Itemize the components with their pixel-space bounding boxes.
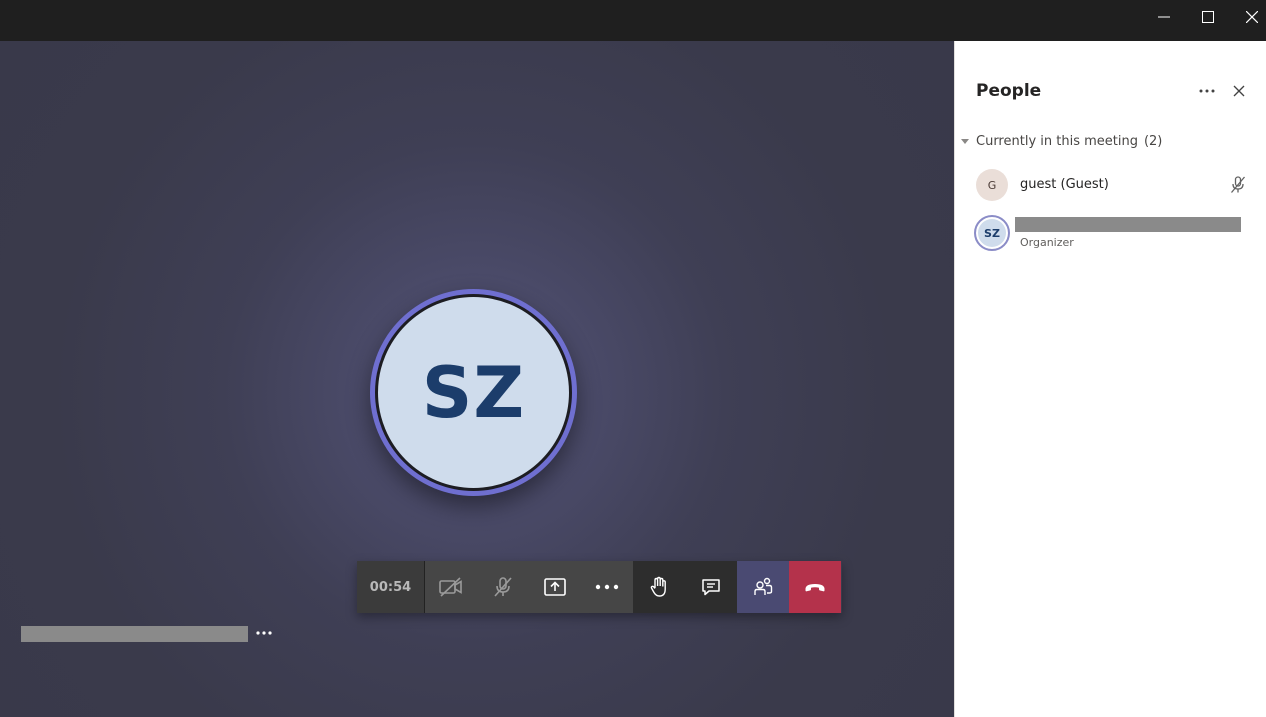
- participant-name-redacted: [21, 626, 248, 642]
- participant-row[interactable]: G guest (Guest): [955, 169, 1266, 209]
- share-screen-icon: [544, 578, 566, 596]
- more-actions-button[interactable]: [581, 561, 633, 613]
- participant-row[interactable]: SZ Organizer: [955, 215, 1266, 256]
- more-options-icon: [256, 631, 272, 635]
- close-window-button[interactable]: [1230, 0, 1266, 34]
- title-bar: [0, 0, 1266, 41]
- close-icon: [1246, 11, 1258, 23]
- minimize-icon: [1158, 16, 1170, 18]
- meeting-stage: SZ 00:54: [0, 41, 954, 717]
- people-icon: [754, 577, 773, 595]
- participant-name: guest (Guest): [1020, 177, 1109, 192]
- participant-mute-indicator: [1229, 175, 1247, 195]
- chat-button[interactable]: [685, 561, 737, 613]
- mic-off-icon: [1231, 176, 1245, 193]
- participant-role: Organizer: [1020, 236, 1074, 249]
- chat-icon: [702, 579, 720, 596]
- minimize-button[interactable]: [1142, 0, 1186, 34]
- raise-hand-button[interactable]: [633, 561, 685, 613]
- participant-more-button[interactable]: [254, 623, 274, 643]
- raise-hand-icon: [650, 576, 666, 597]
- avatar: SZ: [974, 215, 1010, 251]
- avatar: G: [976, 169, 1008, 201]
- call-control-bar: 00:54: [357, 561, 842, 613]
- section-count: (2): [1143, 134, 1163, 149]
- more-actions-icon: [595, 584, 619, 590]
- panel-title: People: [976, 81, 1042, 101]
- avatar-initials: SZ: [378, 297, 569, 488]
- section-label: Currently in this meeting: [976, 134, 1138, 149]
- hang-up-button[interactable]: [789, 561, 841, 613]
- section-header[interactable]: Currently in this meeting (2): [961, 134, 1162, 149]
- panel-close-button[interactable]: [1227, 81, 1251, 101]
- call-timer: 00:54: [357, 561, 425, 613]
- hang-up-icon: [805, 584, 825, 592]
- microphone-toggle-button[interactable]: [477, 561, 529, 613]
- more-options-icon: [1199, 89, 1215, 93]
- mic-off-icon: [494, 577, 512, 597]
- people-button[interactable]: [737, 561, 789, 613]
- maximize-button[interactable]: [1186, 0, 1230, 34]
- participant-name-redacted: [1015, 217, 1241, 232]
- people-panel: People Currently in this meeting (2) G g…: [954, 41, 1266, 717]
- video-off-icon: [439, 577, 462, 597]
- maximize-icon: [1202, 11, 1214, 23]
- panel-more-button[interactable]: [1195, 81, 1219, 101]
- share-screen-button[interactable]: [529, 561, 581, 613]
- participant-avatar: SZ: [370, 289, 577, 496]
- close-icon: [1233, 85, 1245, 97]
- chevron-down-icon: [961, 138, 969, 144]
- camera-toggle-button[interactable]: [425, 561, 477, 613]
